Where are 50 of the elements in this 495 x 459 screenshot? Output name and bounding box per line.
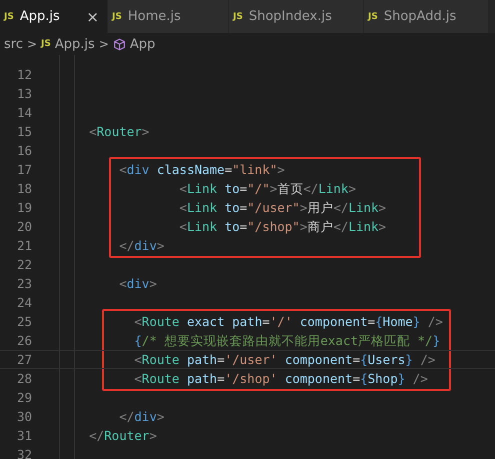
line-number: 14 [16, 104, 32, 122]
code-line: <Route path='/shop' component={Shop} /> [133, 370, 428, 388]
js-file-icon: JS [112, 12, 122, 22]
line-number: 31 [16, 427, 32, 445]
code-line: </div> [118, 237, 164, 255]
code-line: <div> [118, 275, 157, 293]
line-number: 26 [16, 332, 32, 350]
js-file-icon: JS [233, 12, 243, 22]
chevron-icon: > [26, 37, 38, 51]
close-icon[interactable]: × [86, 8, 99, 26]
js-file-icon: JS [41, 39, 51, 49]
code-line: <Route path='/user' component={Users} /> [133, 351, 436, 369]
line-number: 24 [16, 294, 32, 312]
code-line: <Link to="/user">用户</Link> [178, 199, 386, 217]
chevron-icon: > [98, 37, 109, 51]
code-line: <Link to="/shop">商户</Link> [178, 218, 386, 236]
breadcrumb-item[interactable]: App.js [54, 36, 95, 52]
code-line: <Route exact path='/' component={Home} /> [133, 313, 443, 331]
code-line: <Router> [88, 123, 150, 141]
line-number: 32 [16, 446, 32, 459]
line-number: 18 [16, 180, 32, 198]
line-number: 28 [16, 370, 32, 388]
line-number: 21 [16, 237, 32, 255]
line-number: 25 [16, 313, 32, 331]
editor-tab[interactable]: JS ShopAdd.js [364, 0, 488, 33]
line-number: 29 [16, 389, 32, 407]
breadcrumb-item[interactable]: App [130, 36, 156, 52]
line-number: 22 [16, 256, 32, 274]
editor-tab[interactable]: JS App.js × [0, 0, 107, 33]
line-number: 16 [16, 142, 32, 160]
line-number: 23 [16, 275, 32, 293]
line-number: 30 [16, 408, 32, 426]
js-file-icon: JS [4, 12, 14, 22]
code-line: <div className="link"> [118, 161, 285, 179]
code-line: </div> [118, 408, 164, 426]
line-number: 27 [16, 351, 32, 369]
code-line: <Link to="/">首页</Link> [178, 180, 356, 198]
line-number: 19 [16, 199, 32, 217]
breadcrumb-item[interactable]: src [4, 36, 23, 52]
line-number: 15 [16, 123, 32, 141]
line-number: 13 [16, 85, 32, 103]
editor-tab[interactable]: JS Home.js [108, 0, 228, 33]
line-number: 17 [16, 161, 32, 179]
code-line: {/* 想要实现嵌套路由就不能用exact严格匹配 */} [133, 332, 440, 350]
js-file-icon: JS [368, 12, 378, 22]
line-number: 20 [16, 218, 32, 236]
line-number: 12 [16, 66, 32, 84]
cube-icon [112, 38, 126, 50]
editor-tab[interactable]: JS ShopIndex.js [229, 0, 363, 33]
code-line: </Router> [88, 427, 157, 445]
